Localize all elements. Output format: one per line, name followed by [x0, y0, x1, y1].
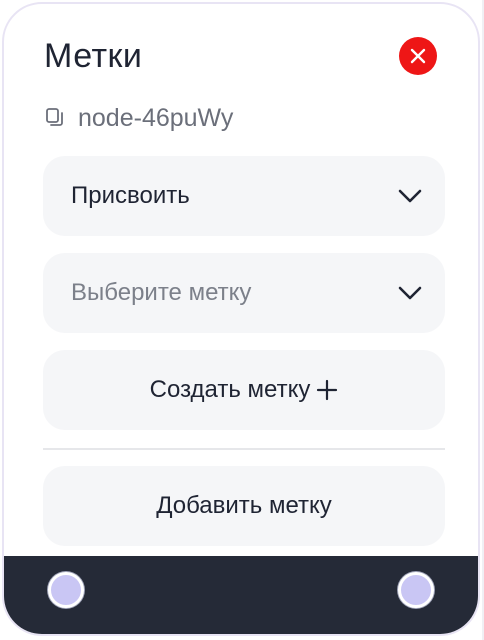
node-footer — [4, 556, 478, 634]
assign-select-value: Присвоить — [71, 182, 190, 209]
tag-select-placeholder: Выберите метку — [71, 279, 252, 306]
chevron-down-icon — [398, 286, 422, 300]
panel-title: Метки — [44, 36, 143, 75]
close-icon — [410, 48, 426, 64]
chevron-down-icon — [398, 189, 422, 203]
panel-header: Метки — [44, 28, 438, 84]
tag-select[interactable]: Выберите метку — [43, 253, 445, 333]
plus-icon — [317, 379, 338, 401]
copy-icon[interactable] — [44, 107, 66, 129]
add-tag-button[interactable]: Добавить метку — [43, 466, 445, 546]
close-button[interactable] — [399, 37, 437, 75]
connection-handle-right[interactable] — [398, 572, 434, 608]
node-id: node-46puWy — [78, 103, 234, 132]
create-tag-label: Создать метку — [149, 376, 311, 403]
assign-select[interactable]: Присвоить — [43, 156, 445, 236]
node-id-row[interactable]: node-46puWy — [44, 100, 233, 136]
add-tag-label: Добавить метку — [156, 492, 332, 519]
tags-panel: Метки node-46puWy Присвоить Выберите мет… — [2, 2, 480, 636]
create-tag-button[interactable]: Создать метку — [43, 350, 445, 430]
divider — [43, 448, 445, 450]
connection-handle-left[interactable] — [48, 572, 84, 608]
